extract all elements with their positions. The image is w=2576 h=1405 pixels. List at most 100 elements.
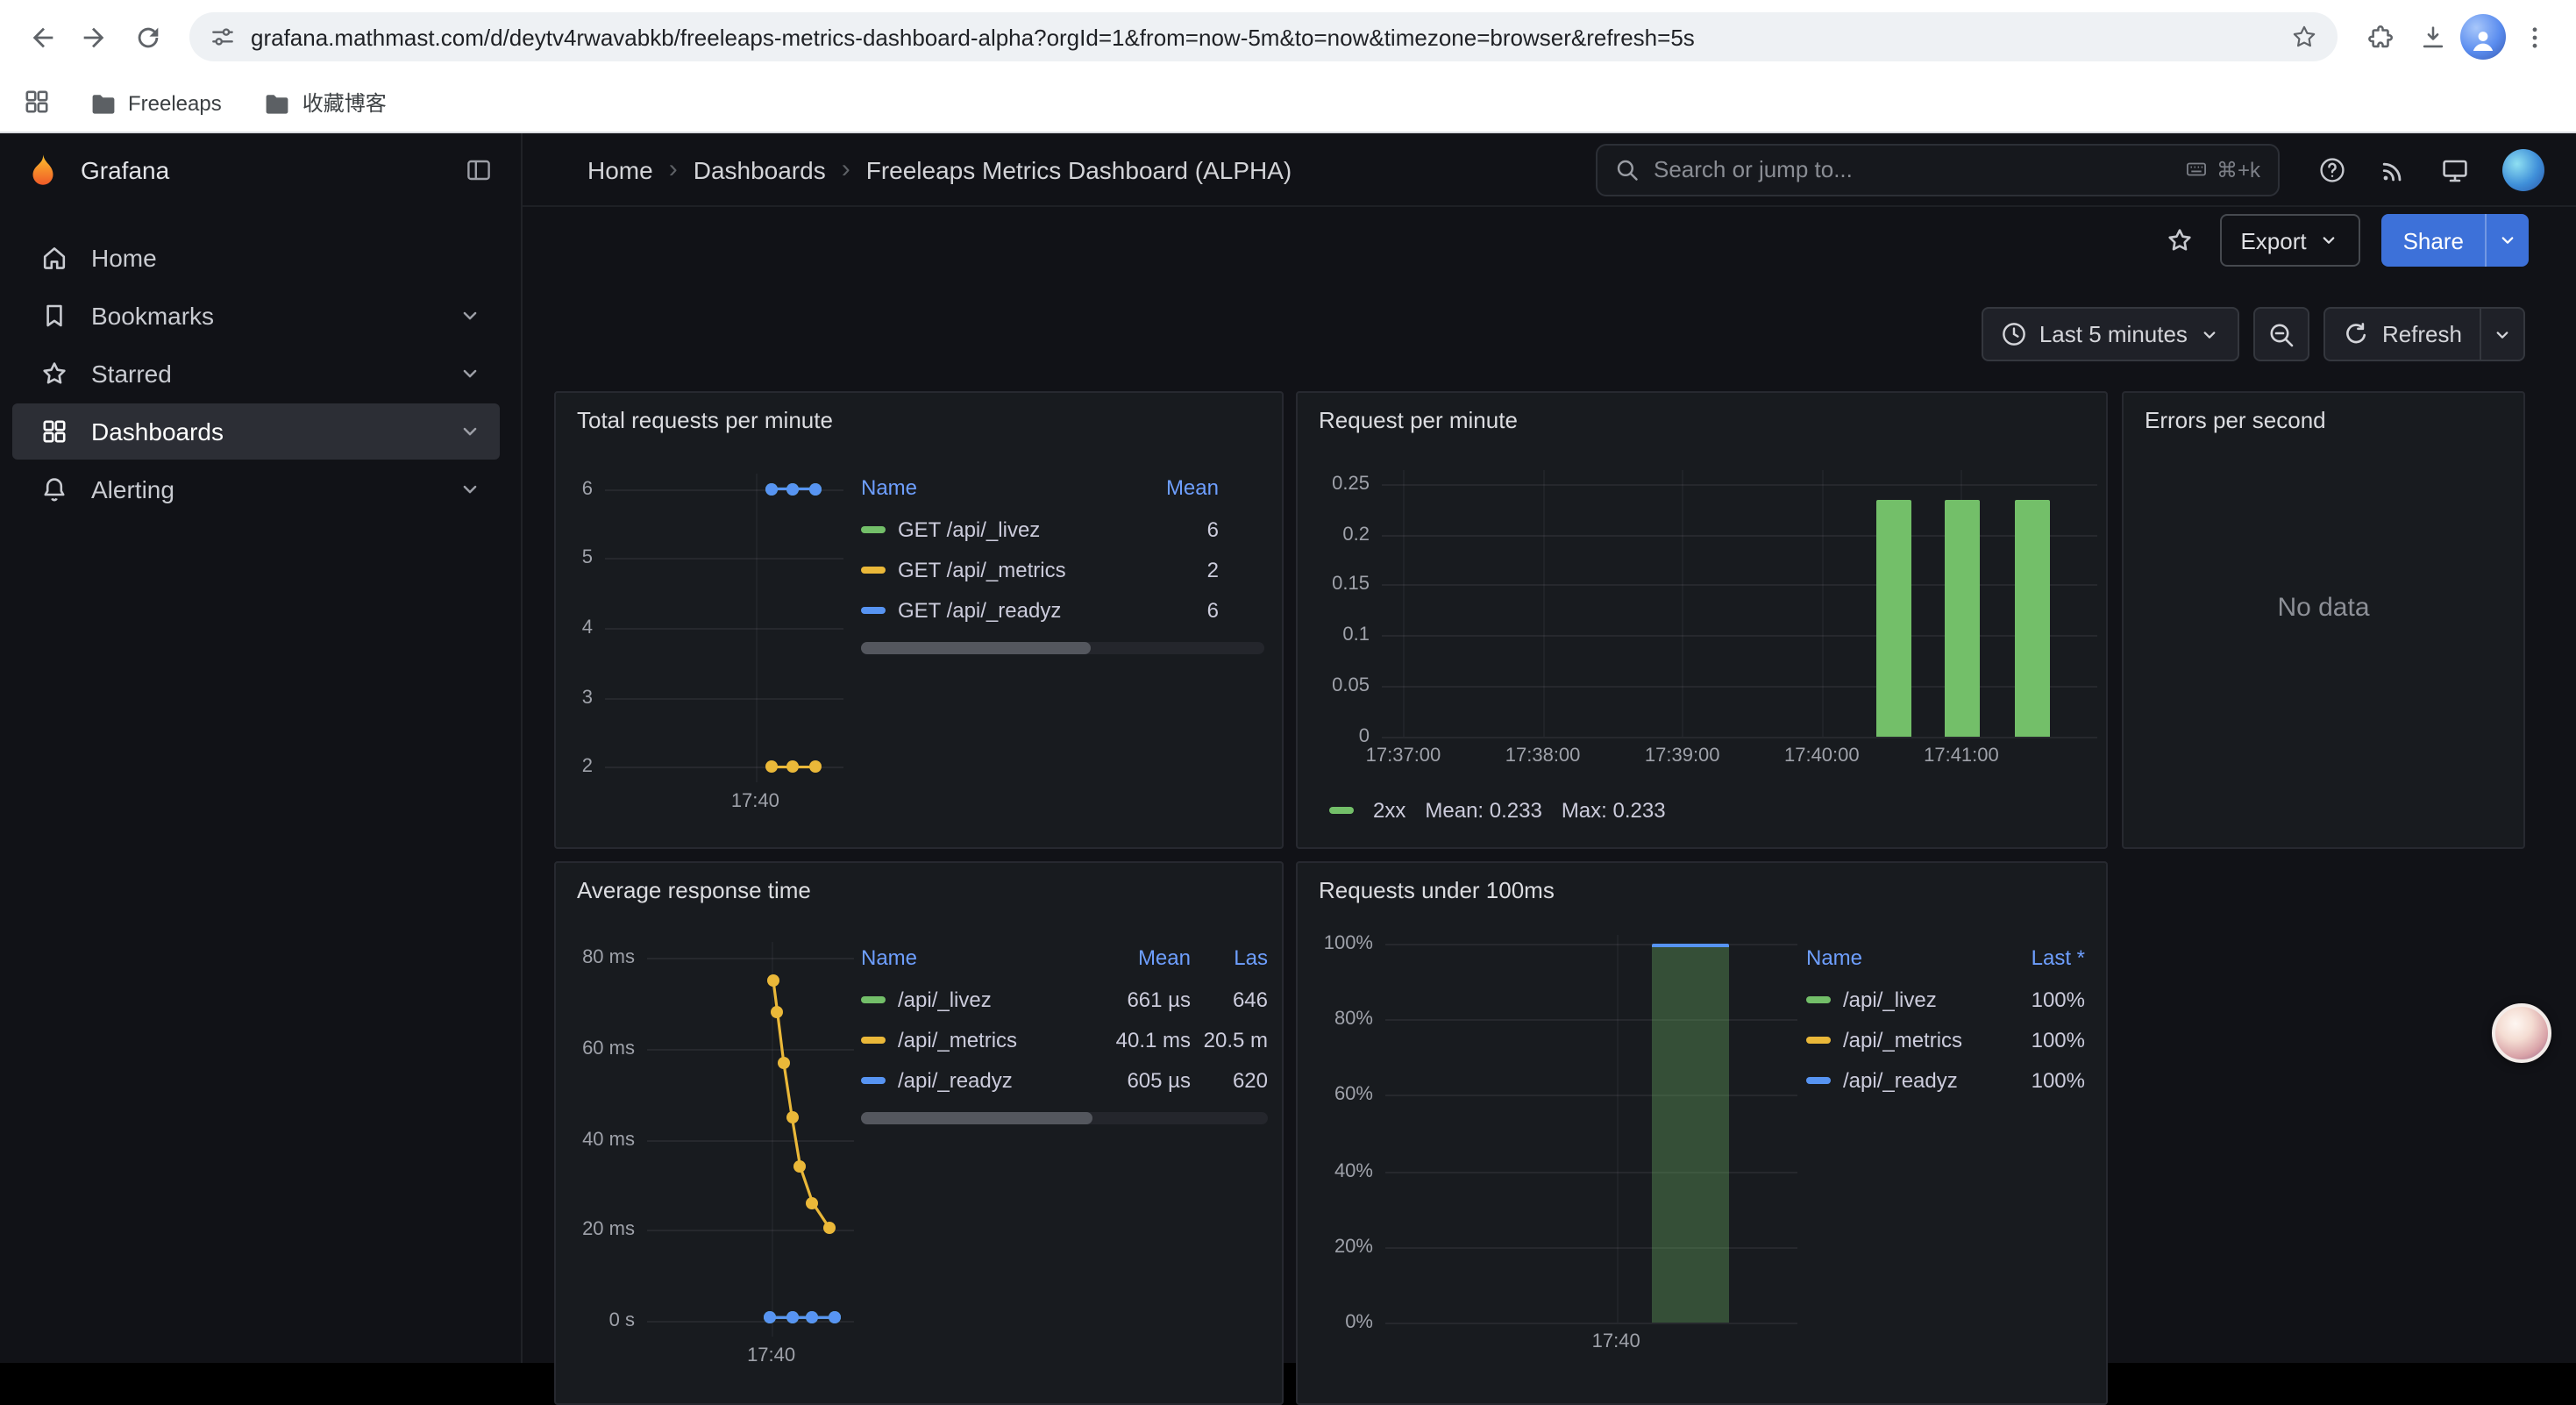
reload-icon[interactable]: [123, 12, 172, 61]
bookmark-icon: [40, 302, 68, 330]
legend-row[interactable]: /api/_metrics40.1 ms20.5 m: [861, 1019, 1268, 1059]
export-button[interactable]: Export: [2219, 214, 2360, 267]
panel-average-response-time: Average response time 80 ms60 ms40 ms20 …: [554, 861, 1284, 1405]
user-avatar[interactable]: [2502, 148, 2544, 190]
series-swatch: [861, 606, 886, 613]
sidebar-item-alerting[interactable]: Alerting: [12, 461, 500, 517]
legend-scrollbar[interactable]: [861, 1112, 1268, 1124]
refresh-interval-chevron[interactable]: [2481, 307, 2525, 361]
panel-title[interactable]: Errors per second: [2145, 407, 2326, 433]
site-settings-icon[interactable]: [209, 23, 237, 51]
y-tick-label: 3: [582, 687, 593, 708]
scrollbar-thumb[interactable]: [861, 1112, 1092, 1124]
time-range-picker[interactable]: Last 5 minutes: [1982, 307, 2240, 361]
legend-row[interactable]: /api/_readyz605 µs620: [861, 1059, 1268, 1100]
star-icon: [40, 360, 68, 388]
apps-grid-icon[interactable]: [23, 87, 54, 118]
legend-row[interactable]: /api/_livez661 µs646: [861, 979, 1268, 1019]
request-per-minute-chart[interactable]: 0.250.20.150.10.05017:37:0017:38:0017:39…: [1312, 470, 2097, 768]
y-tick-label: 0.2: [1342, 524, 1370, 545]
data-point: [808, 761, 821, 774]
legend-row[interactable]: /api/_readyz100%: [1806, 1059, 2085, 1100]
y-tick-label: 0.15: [1332, 574, 1370, 596]
y-tick-label: 20%: [1334, 1237, 1373, 1258]
chevron-down-icon[interactable]: [458, 361, 482, 386]
y-tick-label: 2: [582, 757, 593, 778]
search-input[interactable]: Search or jump to... ⌘+k: [1596, 143, 2280, 196]
share-menu-chevron[interactable]: [2485, 214, 2529, 267]
series-swatch: [1806, 1076, 1831, 1083]
main-area: Home›Dashboards›Freeleaps Metrics Dashbo…: [523, 133, 2576, 1363]
home-icon: [40, 244, 68, 272]
x-tick-label: 17:40: [1592, 1331, 1640, 1352]
gridline: [1385, 944, 1797, 945]
sidebar-item-starred[interactable]: Starred: [12, 346, 500, 402]
back-icon[interactable]: [18, 12, 67, 61]
legend-row[interactable]: GET /api/_metrics2: [861, 549, 1264, 589]
legend-row[interactable]: GET /api/_readyz6: [861, 589, 1264, 630]
gridline: [1543, 470, 1545, 737]
y-tick-label: 0.1: [1342, 625, 1370, 646]
sidebar-item-home[interactable]: Home: [12, 230, 500, 286]
browser-menu-icon[interactable]: [2509, 12, 2558, 61]
breadcrumb-item[interactable]: Dashboards: [694, 155, 826, 183]
data-point: [808, 482, 821, 495]
average-response-time-chart[interactable]: 80 ms60 ms40 ms20 ms0 s17:40: [573, 942, 854, 1368]
floating-avatar[interactable]: [2492, 1003, 2551, 1063]
bookmark-items: Freeleaps 收藏博客: [82, 84, 394, 121]
legend-row[interactable]: GET /api/_livez6: [861, 509, 1264, 549]
gridline: [1385, 1171, 1797, 1173]
breadcrumb-item[interactable]: Freeleaps Metrics Dashboard (ALPHA): [866, 155, 1292, 183]
sidebar-item-bookmarks[interactable]: Bookmarks: [12, 288, 500, 344]
panel-title[interactable]: Average response time: [577, 877, 811, 903]
grafana-logo[interactable]: [23, 150, 63, 190]
legend-scrollbar[interactable]: [861, 642, 1264, 654]
zoom-out-icon[interactable]: [2254, 307, 2310, 361]
panel-title[interactable]: Request per minute: [1319, 407, 1518, 433]
extensions-icon[interactable]: [2355, 12, 2404, 61]
data-point: [772, 1006, 784, 1018]
legend-row[interactable]: /api/_livez100%: [1806, 979, 2085, 1019]
help-icon[interactable]: [2318, 155, 2346, 183]
chevron-down-icon[interactable]: [458, 477, 482, 502]
legend[interactable]: 2xx Mean: 0.233 Max: 0.233: [1329, 798, 1666, 823]
downloads-icon[interactable]: [2408, 12, 2457, 61]
rss-icon[interactable]: [2380, 155, 2408, 183]
gridline: [1403, 470, 1405, 737]
monitor-icon[interactable]: [2441, 155, 2469, 183]
url-bar[interactable]: grafana.mathmast.com/d/deytv4rwavabkb/fr…: [189, 12, 2338, 61]
browser-profile-avatar[interactable]: [2460, 14, 2506, 60]
bookmark-item[interactable]: 收藏博客: [257, 84, 394, 121]
legend-table: NameMeanGET /api/_livez6GET /api/_metric…: [861, 467, 1264, 654]
dashboard-toolbar: Export Share: [523, 207, 2576, 274]
scrollbar-thumb[interactable]: [861, 642, 1091, 654]
bar: [2014, 501, 2050, 737]
bookmark-item[interactable]: Freeleaps: [82, 85, 229, 120]
refresh-button[interactable]: Refresh: [2324, 307, 2481, 361]
data-point: [829, 1311, 842, 1323]
data-point: [778, 1056, 790, 1068]
y-tick-label: 60 ms: [582, 1038, 635, 1059]
panel-title[interactable]: Requests under 100ms: [1319, 877, 1555, 903]
forward-icon[interactable]: [70, 12, 119, 61]
gridline: [1382, 636, 2097, 638]
legend-row[interactable]: /api/_metrics100%: [1806, 1019, 2085, 1059]
chevron-down-icon[interactable]: [458, 419, 482, 444]
y-tick-label: 4: [582, 617, 593, 638]
chevron-down-icon[interactable]: [458, 303, 482, 328]
share-button[interactable]: Share: [2382, 214, 2485, 267]
data-point: [765, 482, 778, 495]
bookmark-star-icon[interactable]: [2290, 23, 2318, 51]
total-requests-chart[interactable]: 6543217:40: [573, 474, 843, 814]
gridline: [1382, 686, 2097, 688]
requests-under-100ms-chart[interactable]: 100%80%60%40%20%0%17:40: [1312, 935, 1797, 1354]
breadcrumb-item[interactable]: Home: [587, 155, 653, 183]
dock-sidebar-icon[interactable]: [459, 151, 498, 189]
sidebar-item-dashboards[interactable]: Dashboards: [12, 403, 500, 460]
panel-title[interactable]: Total requests per minute: [577, 407, 833, 433]
grafana-app: Grafana HomeBookmarksStarredDashboardsAl…: [0, 133, 2576, 1363]
favorite-star-icon[interactable]: [2160, 221, 2198, 260]
data-point: [807, 1196, 819, 1209]
data-point: [787, 761, 800, 774]
x-tick-label: 17:40:00: [1784, 745, 1860, 767]
